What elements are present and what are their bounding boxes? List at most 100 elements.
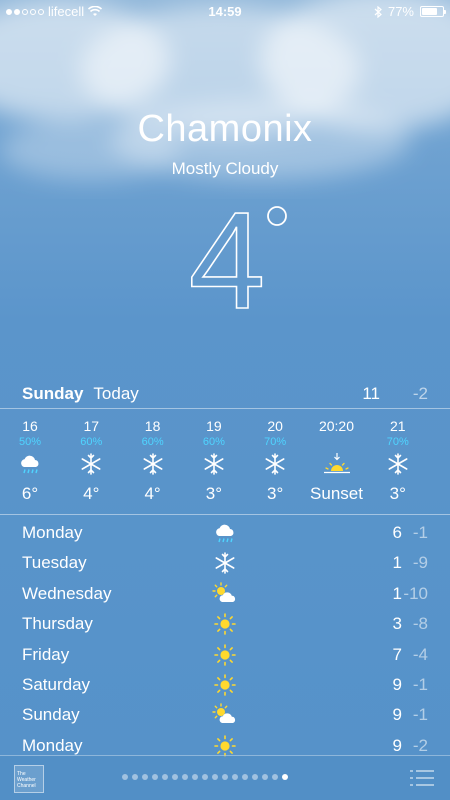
weather-channel-logo[interactable]: The Weather Channel [14, 765, 44, 793]
page-dot[interactable] [282, 774, 288, 780]
page-dot[interactable] [212, 774, 218, 780]
sun-icon [212, 643, 238, 667]
today-summary: Sunday Today 11 -2 [22, 382, 428, 406]
battery-icon [420, 6, 446, 17]
hourly-temperature: Sunset [310, 484, 363, 503]
daily-day: Sunday [22, 705, 80, 725]
daily-high: 9 [392, 735, 402, 755]
hourly-temperature: 3° [267, 484, 284, 503]
current-condition: Mostly Cloudy [171, 159, 279, 178]
daily-day: Tuesday [22, 553, 87, 573]
rain-cloud-icon [18, 452, 42, 476]
page-dot[interactable] [122, 774, 128, 780]
page-dot[interactable] [242, 774, 248, 780]
hourly-precip-chance: 70% [264, 436, 287, 448]
page-dot[interactable] [192, 774, 198, 780]
page-dot[interactable] [152, 774, 158, 780]
daily-low: -8 [412, 614, 428, 634]
hourly-temperature: 4° [144, 484, 161, 503]
hourly-time: 16 [22, 418, 38, 434]
daily-row: Thursday 3 -8 [22, 609, 428, 639]
daily-high: 1 [392, 553, 402, 573]
current-temperature-value: 4 [189, 190, 266, 330]
daily-low: -9 [412, 553, 428, 573]
daily-row: Tuesday 1 -9 [22, 548, 428, 578]
page-dot[interactable] [262, 774, 268, 780]
hourly-temperature: 3° [389, 484, 406, 503]
page-dot[interactable] [162, 774, 168, 780]
daily-day: Saturday [22, 675, 91, 694]
hourly-precip-chance: 60% [202, 436, 225, 448]
daily-high: 6 [392, 523, 402, 542]
today-day: Sunday [22, 384, 84, 403]
hourly-precip-chance: 70% [386, 436, 409, 448]
today-low: -2 [412, 384, 428, 403]
today-label: Today [93, 384, 139, 403]
page-dot[interactable] [172, 774, 178, 780]
current-temperature: 4 [188, 190, 287, 330]
status-bar: lifecell 14:59 77% [0, 0, 450, 24]
hourly-precip-chance: 50% [18, 436, 42, 448]
daily-low: -1 [412, 523, 428, 542]
degree-symbol-icon [267, 206, 287, 226]
city-list-icon[interactable] [410, 768, 434, 788]
sun-icon [212, 612, 238, 636]
page-dot[interactable] [182, 774, 188, 780]
daily-row: Sunday 9 -1 [22, 700, 428, 730]
page-dot[interactable] [202, 774, 208, 780]
hourly-time: 18 [144, 418, 161, 434]
snowflake-icon [79, 452, 103, 476]
daily-low: -1 [412, 705, 428, 725]
rain-cloud-icon [212, 521, 238, 545]
today-high: 11 [362, 384, 380, 403]
daily-row: Saturday 9 -1 [22, 670, 428, 700]
snowflake-icon [263, 452, 287, 476]
daily-day: Thursday [22, 614, 93, 634]
daily-high: 3 [392, 614, 402, 634]
daily-day: Friday [22, 644, 70, 664]
snowflake-icon [386, 452, 410, 476]
hourly-temperature: 3° [205, 484, 223, 503]
hourly-temperature: 6° [21, 484, 39, 503]
daily-low: -2 [412, 735, 428, 755]
page-dot[interactable] [232, 774, 238, 780]
daily-row: Wednesday 1 -10 [22, 579, 428, 609]
daily-day: Wednesday [22, 583, 112, 603]
page-dot[interactable] [252, 774, 258, 780]
hourly-time: 19 [206, 418, 222, 434]
sun-icon [212, 673, 238, 697]
daily-low: -1 [412, 675, 428, 694]
page-indicator[interactable] [122, 774, 288, 780]
sunset-icon [321, 452, 353, 476]
page-dot[interactable] [142, 774, 148, 780]
daily-high: 7 [392, 644, 402, 664]
hourly-precip-chance: 60% [80, 436, 103, 448]
hourly-forecast[interactable]: 16 50% 6° 17 60% 4° 18 60% 4° 19 60% 3° … [0, 410, 450, 512]
daily-high: 1 [392, 583, 402, 603]
partly-sunny-icon [212, 582, 238, 606]
bluetooth-icon [374, 5, 382, 18]
daily-day: Monday [22, 735, 83, 755]
hourly-temperature: 4° [83, 484, 100, 503]
daily-row: Monday 6 -1 [22, 518, 428, 548]
page-dot[interactable] [132, 774, 138, 780]
snowflake-icon [141, 452, 165, 476]
daily-high: 9 [392, 705, 402, 725]
daily-high: 9 [392, 675, 402, 694]
battery-percentage: 77% [387, 4, 414, 19]
page-dot[interactable] [222, 774, 228, 780]
hourly-time: 21 [390, 418, 406, 434]
page-dot[interactable] [272, 774, 278, 780]
hourly-time: 17 [83, 418, 100, 434]
daily-low: -4 [412, 644, 428, 664]
partly-sunny-icon [212, 703, 238, 727]
hourly-precip-chance: 60% [141, 436, 164, 448]
bottom-toolbar: The Weather Channel [0, 755, 450, 800]
daily-day: Monday [22, 523, 83, 542]
divider [0, 514, 450, 515]
city-name: Chamonix [137, 108, 313, 150]
hourly-time: 20:20 [318, 418, 355, 434]
snowflake-icon [202, 452, 226, 476]
snowflake-icon [212, 551, 238, 575]
daily-row: Friday 7 -4 [22, 640, 428, 670]
